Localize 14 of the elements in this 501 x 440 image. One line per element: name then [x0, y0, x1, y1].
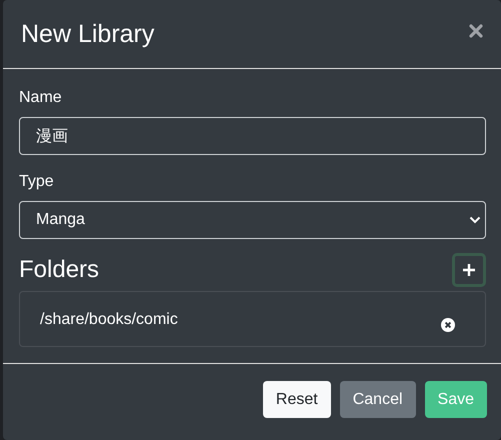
- type-dropdown[interactable]: Manga: [19, 201, 486, 239]
- field-label: Type: [19, 173, 55, 191]
- cancel-button[interactable]: Cancel: [340, 381, 416, 418]
- close-icon[interactable]: [469, 24, 483, 38]
- plus-icon: [462, 263, 476, 277]
- remove-icon[interactable]: [441, 318, 455, 332]
- folder-path: /share/books/comic: [40, 311, 178, 329]
- chevron-icon: [469, 216, 481, 224]
- section-heading: Folders: [19, 256, 100, 284]
- field-label: Name: [19, 89, 63, 107]
- dialog-title: New Library: [21, 20, 154, 48]
- reset-button[interactable]: Reset: [262, 381, 331, 418]
- name-field[interactable]: 漫画: [19, 117, 486, 155]
- add-button[interactable]: [452, 253, 486, 287]
